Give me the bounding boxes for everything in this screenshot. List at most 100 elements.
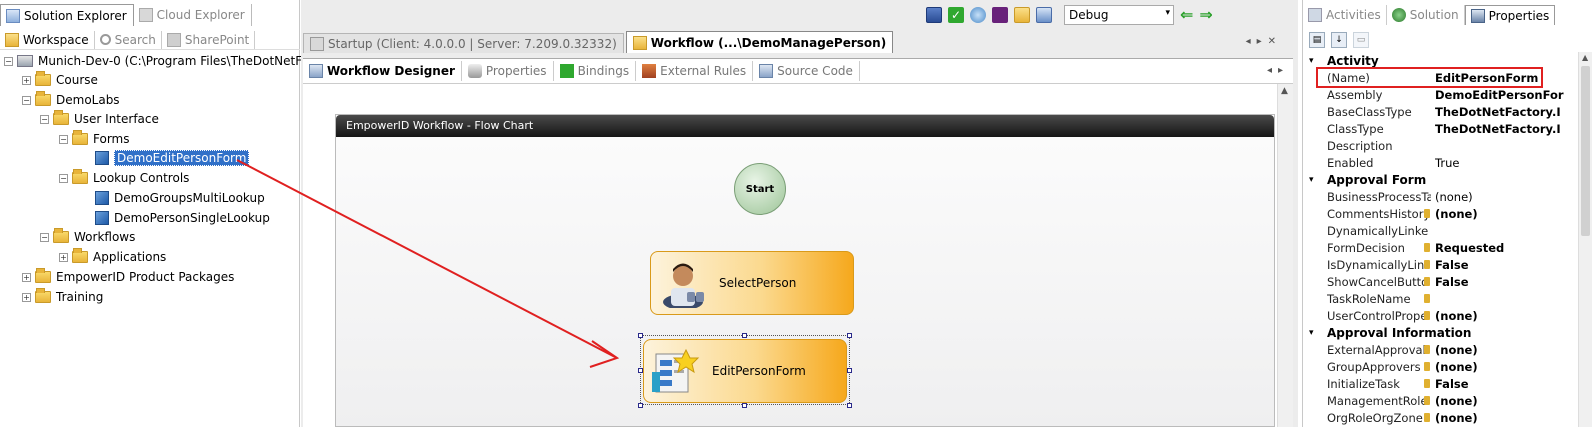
binding-icon (1424, 294, 1430, 303)
activity-edit-person-form[interactable]: EditPersonForm (643, 339, 847, 403)
tree-node-demo-groups-multi-lookup[interactable]: DemoGroupsMultiLookup (95, 189, 265, 207)
scroll-up-icon[interactable]: ▲ (1281, 86, 1288, 96)
tab-workflow-designer[interactable]: Workflow Designer (303, 61, 462, 81)
tab-source-code[interactable]: Source Code (753, 61, 860, 81)
tab-activities[interactable]: Activities (1303, 5, 1387, 25)
collapse-icon[interactable]: − (59, 173, 68, 183)
scroll-up-icon[interactable]: ▲ (1582, 53, 1588, 62)
designer-canvas[interactable]: EmpowerID Workflow - Flow Chart Start Se… (303, 84, 1293, 427)
tab-properties[interactable]: Properties (462, 61, 554, 81)
property-row-org-role-org-zone[interactable]: OrgRoleOrgZone (none) (1303, 409, 1578, 426)
tree-node-demo-edit-person-form[interactable]: DemoEditPersonForm (95, 149, 250, 167)
tree-node-applications[interactable]: + Applications (59, 248, 166, 266)
property-row-assembly[interactable]: Assembly DemoEditPersonFor (1303, 86, 1578, 103)
tree-node-user-interface[interactable]: − User Interface (40, 110, 159, 128)
tab-properties-panel[interactable]: Properties (1464, 5, 1556, 25)
tree-node-course[interactable]: + Course (22, 71, 98, 89)
document-tab-nav[interactable]: ◂▸✕ (1246, 36, 1282, 47)
property-row-user-control-properties[interactable]: UserControlPrope (none) (1303, 307, 1578, 324)
property-row-external-approval[interactable]: ExternalApproval (none) (1303, 341, 1578, 358)
tab-cloud-explorer[interactable]: Cloud Explorer (134, 4, 252, 26)
save-icon[interactable] (926, 7, 942, 23)
resize-handle[interactable] (638, 368, 643, 373)
configuration-dropdown[interactable]: Debug ▾ (1064, 5, 1174, 25)
tree-node-workflows[interactable]: − Workflows (40, 228, 135, 246)
tab-solution[interactable]: Solution (1387, 5, 1465, 25)
properties-vertical-scrollbar[interactable]: ▲ (1578, 52, 1592, 427)
collapse-icon[interactable]: − (40, 114, 49, 124)
resize-handle[interactable] (742, 333, 747, 338)
activity-select-person[interactable]: SelectPerson (650, 251, 854, 315)
designer-tab-nav[interactable]: ◂▸ (1267, 65, 1289, 76)
property-row-initialize-task[interactable]: InitializeTask False (1303, 375, 1578, 392)
resize-handle[interactable] (742, 403, 747, 408)
collapse-icon[interactable]: ▾ (1309, 56, 1321, 66)
windows-icon[interactable] (1036, 7, 1052, 23)
property-row-business-process[interactable]: BusinessProcessTa (none) (1303, 188, 1578, 205)
collapse-icon[interactable]: − (59, 134, 68, 144)
tree-node-training[interactable]: + Training (22, 288, 103, 306)
collapse-icon[interactable]: ▾ (1309, 328, 1321, 338)
navigate-forward-icon[interactable]: ⇒ (1199, 7, 1212, 23)
tree-node-forms[interactable]: − Forms (59, 130, 129, 148)
tab-external-rules[interactable]: External Rules (636, 61, 754, 81)
resize-handle[interactable] (638, 333, 643, 338)
open-folder-icon[interactable] (1014, 7, 1030, 23)
binding-icon (1424, 243, 1430, 252)
property-row-group-approvers[interactable]: GroupApprovers (none) (1303, 358, 1578, 375)
categorized-icon[interactable]: ▤ (1309, 32, 1325, 48)
property-row-description[interactable]: Description (1303, 137, 1578, 154)
tab-solution-explorer[interactable]: Solution Explorer (0, 4, 134, 26)
property-row-show-cancel-button[interactable]: ShowCancelButto False (1303, 273, 1578, 290)
property-row-class-type[interactable]: ClassType TheDotNetFactory.I (1303, 120, 1578, 137)
tree-node-lookup-controls[interactable]: − Lookup Controls (59, 169, 189, 187)
property-row-form-decision[interactable]: FormDecision Requested (1303, 239, 1578, 256)
tree-node-root[interactable]: − Munich-Dev-0 (C:\Program Files\TheDotN… (4, 52, 327, 70)
property-row-is-dynamically-linked[interactable]: IsDynamicallyLin False (1303, 256, 1578, 273)
category-approval-information[interactable]: ▾ Approval Information (1303, 324, 1578, 341)
resize-handle[interactable] (847, 333, 852, 338)
tab-search[interactable]: Search (95, 30, 162, 49)
canvas-vertical-scrollbar[interactable]: ▲ (1277, 84, 1293, 427)
rules-icon (642, 64, 657, 78)
form-document-icon (652, 348, 700, 393)
navigate-back-icon[interactable]: ⇐ (1180, 7, 1193, 23)
resize-handle[interactable] (847, 403, 852, 408)
binding-icon (1424, 396, 1430, 405)
tree-node-empowerid-product-packages[interactable]: + EmpowerID Product Packages (22, 268, 234, 286)
property-row-comments-history[interactable]: CommentsHistory (none) (1303, 205, 1578, 222)
expand-icon[interactable]: + (22, 75, 31, 85)
tab-workflow-demo-manage-person[interactable]: Workflow (...\DemoManagePerson) (625, 31, 894, 53)
resize-handle[interactable] (638, 403, 643, 408)
run-icon[interactable] (970, 7, 986, 23)
property-row-base-class-type[interactable]: BaseClassType TheDotNetFactory.I (1303, 103, 1578, 120)
expand-icon[interactable]: + (22, 272, 31, 282)
collapse-icon[interactable]: ▾ (1309, 175, 1321, 185)
tab-startup[interactable]: Startup (Client: 4.0.0.0 | Server: 7.209… (303, 33, 624, 53)
visual-studio-icon[interactable] (992, 7, 1008, 23)
tab-sharepoint[interactable]: SharePoint (162, 30, 256, 49)
start-node[interactable]: Start (734, 163, 786, 215)
resize-handle[interactable] (847, 368, 852, 373)
scrollbar-thumb[interactable] (1581, 66, 1590, 236)
expand-icon[interactable]: + (22, 292, 31, 302)
tab-bindings[interactable]: Bindings (554, 61, 637, 81)
folder-icon (53, 228, 69, 243)
collapse-icon[interactable]: − (40, 232, 49, 242)
collapse-icon[interactable]: − (22, 95, 31, 105)
expand-icon[interactable]: + (59, 252, 68, 262)
property-row-enabled[interactable]: Enabled True (1303, 154, 1578, 171)
collapse-icon[interactable]: − (4, 56, 13, 66)
tree-node-demolabs[interactable]: − DemoLabs (22, 91, 120, 109)
flowchart-title: EmpowerID Workflow - Flow Chart (336, 115, 1274, 137)
property-row-task-role-name[interactable]: TaskRoleName (1303, 290, 1578, 307)
property-row-management-role[interactable]: ManagementRole (none) (1303, 392, 1578, 409)
alphabetical-sort-icon[interactable]: ↓ (1331, 32, 1347, 48)
tree-node-demo-person-single-lookup[interactable]: DemoPersonSingleLookup (95, 209, 270, 227)
tab-workspace[interactable]: Workspace (0, 30, 95, 49)
check-icon[interactable]: ✓ (948, 7, 964, 23)
main-toolbar: ✓ Debug ▾ ⇐ ⇒ (926, 4, 1213, 26)
property-row-dynamically-linked[interactable]: DynamicallyLinke (1303, 222, 1578, 239)
category-approval-form[interactable]: ▾ Approval Form (1303, 171, 1578, 188)
property-pages-icon[interactable]: ▭ (1353, 32, 1369, 48)
